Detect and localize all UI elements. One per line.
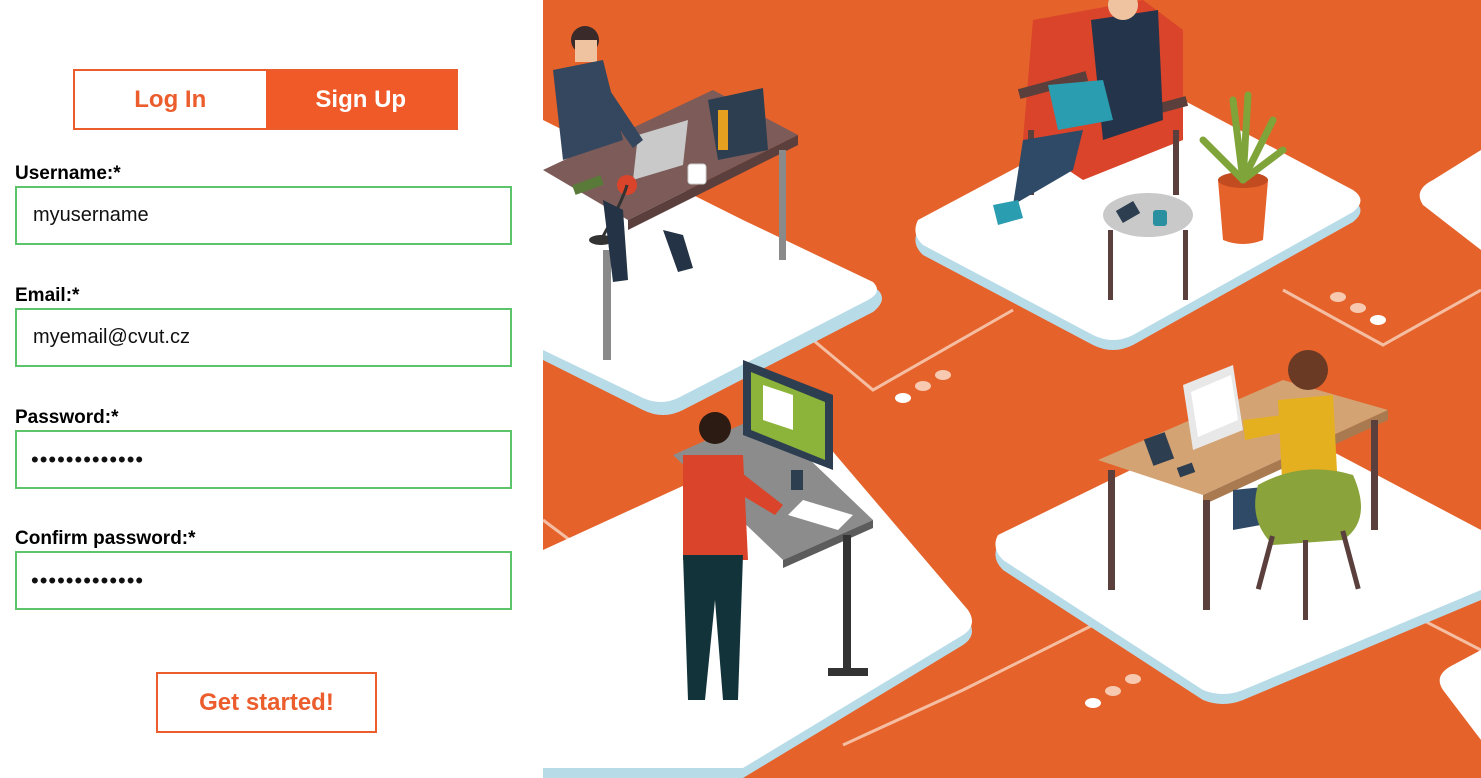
tab-signup[interactable]: Sign Up (265, 71, 456, 128)
password-field[interactable]: ••••••••••••• (15, 430, 512, 489)
confirm-password-label: Confirm password:* (15, 528, 196, 549)
signup-panel: Log In Sign Up Username:* myusername Ema… (0, 0, 543, 778)
tab-login[interactable]: Log In (75, 71, 266, 128)
username-label: Username:* (15, 163, 121, 184)
auth-tabs: Log In Sign Up (73, 69, 458, 130)
confirm-password-field[interactable]: ••••••••••••• (15, 551, 512, 610)
username-field[interactable]: myusername (15, 186, 512, 245)
office-illustration (543, 0, 1481, 778)
password-label: Password:* (15, 407, 119, 428)
email-label: Email:* (15, 285, 80, 306)
office-illustration-art (543, 0, 1481, 778)
email-field[interactable]: myemail@cvut.cz (15, 308, 512, 367)
get-started-button[interactable]: Get started! (156, 672, 377, 733)
